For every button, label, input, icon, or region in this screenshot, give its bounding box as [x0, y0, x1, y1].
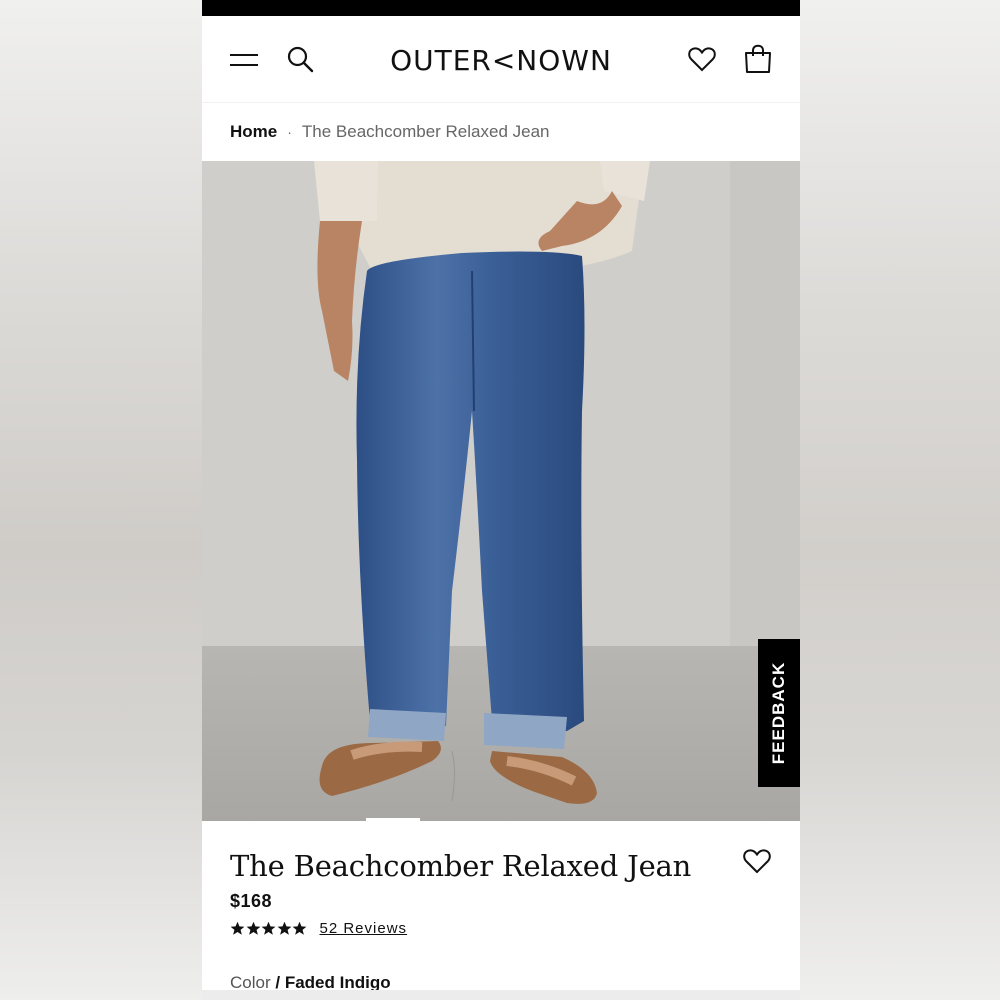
- product-image[interactable]: FEEDBACK: [202, 161, 800, 821]
- star-icon: [246, 921, 260, 935]
- breadcrumb-separator: ·: [287, 124, 292, 140]
- heart-icon[interactable]: [687, 45, 717, 73]
- bottom-edge: [202, 990, 800, 1000]
- star-icon: [277, 921, 291, 935]
- feedback-button[interactable]: FEEDBACK: [758, 639, 800, 787]
- star-icon: [230, 921, 245, 935]
- product-info: The Beachcomber Relaxed Jean $168 52 Rev…: [202, 821, 800, 992]
- background-blur-left: [0, 0, 202, 1000]
- background-blur-right: [800, 0, 1000, 1000]
- site-header: OUTER<NOWN: [202, 16, 800, 102]
- product-price: $168: [230, 891, 273, 911]
- product-title: The Beachcomber Relaxed Jean: [230, 849, 692, 883]
- bag-icon[interactable]: [743, 44, 773, 74]
- star-rating: [230, 921, 308, 936]
- rating-row: 52 Reviews: [230, 920, 772, 937]
- product-photo-illustration: [202, 161, 800, 821]
- breadcrumb-current: The Beachcomber Relaxed Jean: [301, 122, 550, 141]
- mobile-page: OUTER<NOWN Home · The Beachcomber Relaxe…: [202, 0, 800, 1000]
- feedback-label: FEEDBACK: [769, 661, 789, 765]
- wishlist-heart-icon[interactable]: [742, 847, 772, 875]
- status-bar: [202, 0, 800, 16]
- breadcrumb-home-link[interactable]: Home: [230, 122, 277, 142]
- star-icon: [292, 921, 307, 935]
- breadcrumb: Home · The Beachcomber Relaxed Jean: [202, 102, 800, 161]
- reviews-link[interactable]: 52 Reviews: [320, 920, 408, 937]
- star-icon: [261, 921, 276, 935]
